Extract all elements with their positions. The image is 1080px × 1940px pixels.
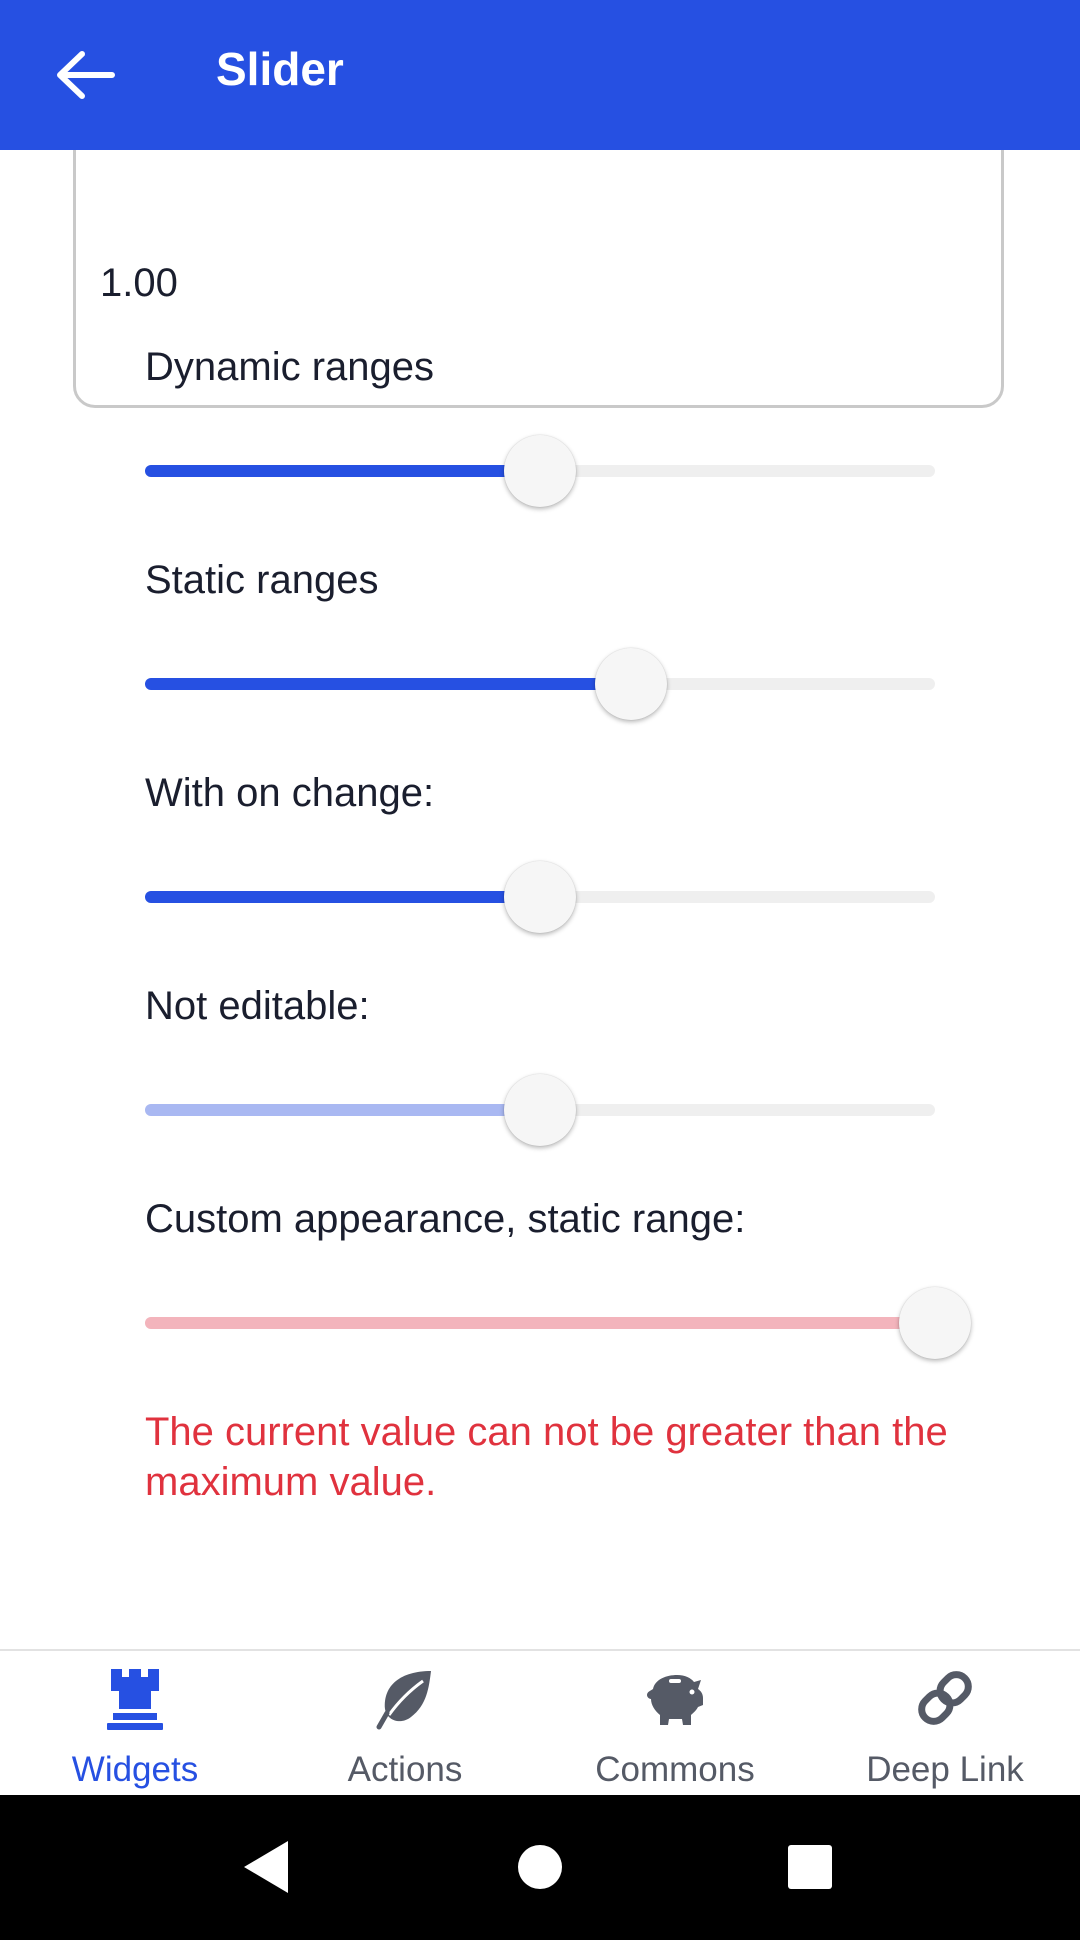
slider-fill: [145, 465, 540, 477]
back-button[interactable]: [40, 30, 130, 120]
nav-item-actions[interactable]: Actions: [270, 1651, 540, 1797]
link-icon: [918, 1671, 972, 1725]
system-back-icon[interactable]: [236, 1835, 300, 1899]
slider-thumb[interactable]: [899, 1287, 971, 1359]
slider-thumb[interactable]: [504, 861, 576, 933]
slider-fill: [145, 678, 631, 690]
slider-with-on-change[interactable]: [145, 857, 935, 937]
content-area: 1.00 Dynamic ranges Static ranges With o…: [0, 150, 1080, 1650]
slider-thumb[interactable]: [595, 648, 667, 720]
slider-fill: [145, 1104, 540, 1116]
nav-item-commons[interactable]: Commons: [540, 1651, 810, 1797]
arrow-left-icon: [57, 51, 115, 99]
slider-fill: [145, 891, 540, 903]
slider-fill: [145, 1317, 935, 1329]
app-bar: Slider: [0, 0, 1080, 150]
nav-label-commons: Commons: [595, 1750, 755, 1789]
slider-custom-appearance[interactable]: [145, 1283, 971, 1363]
bottom-navigation: Widgets Actions Commons Deep Link: [0, 1649, 1080, 1795]
text-field-value: 1.00: [100, 261, 178, 305]
slider-label-not-editable: Not editable:: [145, 984, 370, 1028]
slider-label-custom-appearance: Custom appearance, static range:: [145, 1197, 746, 1241]
nav-label-deep-link: Deep Link: [866, 1750, 1024, 1789]
slider-dynamic-ranges[interactable]: [145, 431, 935, 511]
slider-thumb: [504, 1074, 576, 1146]
nav-item-widgets[interactable]: Widgets: [0, 1651, 270, 1797]
slider-not-editable: [145, 1070, 935, 1150]
nav-item-deep-link[interactable]: Deep Link: [810, 1651, 1080, 1797]
slider-label-with-on-change: With on change:: [145, 771, 435, 815]
piggy-bank-icon: [647, 1675, 703, 1725]
error-message: The current value can not be greater tha…: [145, 1410, 948, 1504]
slider-label-static-ranges: Static ranges: [145, 558, 379, 602]
system-home-icon[interactable]: [508, 1835, 572, 1899]
rook-icon: [107, 1669, 163, 1730]
slider-label-dynamic-ranges: Dynamic ranges: [145, 345, 435, 389]
system-navigation-bar: [0, 1795, 1080, 1940]
page-title: Slider: [216, 43, 344, 95]
slider-thumb[interactable]: [504, 435, 576, 507]
system-recents-icon[interactable]: [778, 1835, 842, 1899]
nav-label-widgets: Widgets: [71, 1750, 199, 1789]
slider-static-ranges[interactable]: [145, 644, 935, 724]
leaf-icon: [376, 1671, 431, 1730]
nav-label-actions: Actions: [347, 1750, 463, 1789]
